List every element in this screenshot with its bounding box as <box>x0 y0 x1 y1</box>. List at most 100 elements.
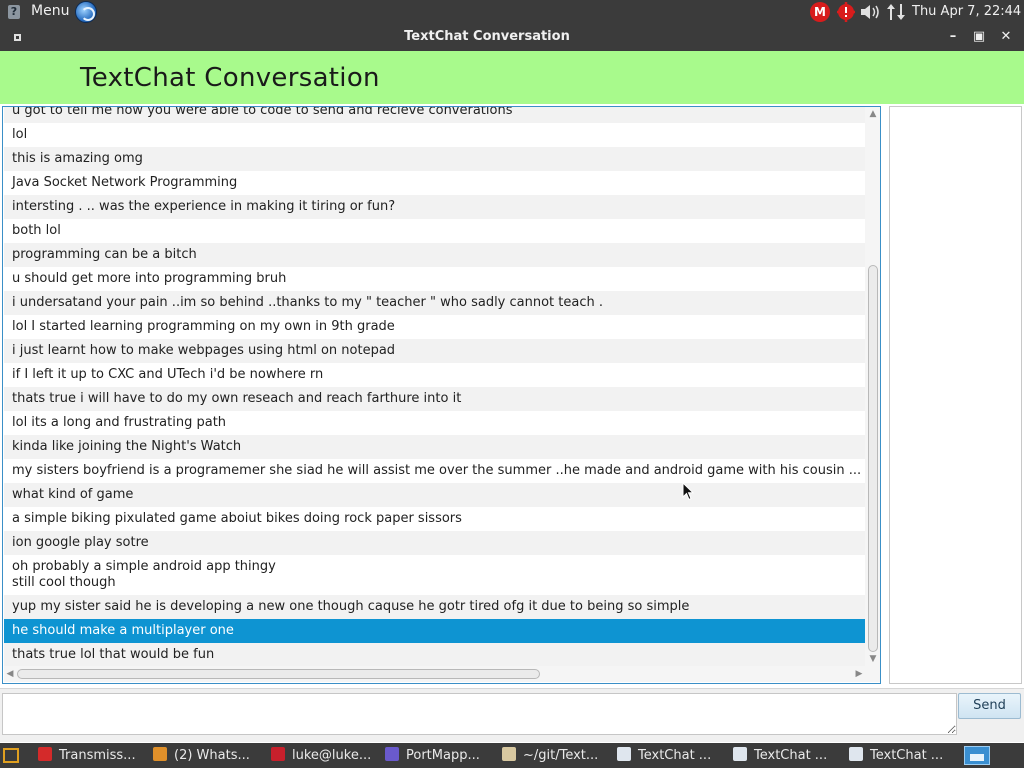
message-row[interactable]: lol I started learning programming on my… <box>4 315 865 339</box>
message-row[interactable]: i undersatand your pain ..im so behind .… <box>4 291 865 315</box>
network-icon[interactable] <box>886 3 906 21</box>
taskbar-item[interactable]: TextChat ... <box>849 743 943 768</box>
taskbar-item-label: PortMapp... <box>406 748 480 763</box>
scrollbar-corner <box>865 666 880 682</box>
gmail-notifier-icon[interactable]: M <box>810 2 830 22</box>
message-row[interactable]: i just learnt how to make webpages using… <box>4 339 865 363</box>
message-row[interactable]: programming can be a bitch <box>4 243 865 267</box>
message-row[interactable]: oh probably a simple android app thingy s… <box>4 555 865 595</box>
message-text: lol I started learning programming on my… <box>12 319 395 334</box>
message-row[interactable]: lol its a long and frustrating path <box>4 411 865 435</box>
message-row[interactable]: he should make a multiplayer one <box>4 619 865 643</box>
message-text: intersting . .. was the experience in ma… <box>12 199 396 214</box>
message-text: what kind of game <box>12 487 134 502</box>
show-desktop-icon[interactable] <box>964 746 990 765</box>
message-text: yup my sister said he is developing a ne… <box>12 599 690 614</box>
help-icon[interactable]: ? <box>8 5 20 19</box>
taskbar-item[interactable]: PortMapp... <box>385 743 480 768</box>
message-text: my sisters boyfriend is a programemer sh… <box>12 463 862 478</box>
message-text: i undersatand your pain ..im so behind .… <box>12 295 603 310</box>
horizontal-scrollbar[interactable]: ◀ ▶ <box>4 666 865 682</box>
taskbar-item-label: Transmiss... <box>59 748 136 763</box>
message-row[interactable]: kinda like joining the Night's Watch <box>4 435 865 459</box>
app-header: TextChat Conversation <box>0 51 1024 104</box>
message-row[interactable]: what kind of game <box>4 483 865 507</box>
side-panel <box>889 106 1022 684</box>
vertical-scrollbar[interactable]: ▲ ▼ <box>865 107 880 666</box>
taskbar-item-label: TextChat ... <box>754 748 828 763</box>
message-row[interactable]: both lol <box>4 219 865 243</box>
scroll-down-arrow-icon[interactable]: ▼ <box>865 652 880 666</box>
taskbar-item-label: (2) Whats... <box>174 748 250 763</box>
message-text: he should make a multiplayer one <box>12 623 234 638</box>
message-list[interactable]: u got to tell me how you were able to co… <box>4 107 865 666</box>
message-row[interactable]: if I left it up to CXC and UTech i'd be … <box>4 363 865 387</box>
message-text: lol its a long and frustrating path <box>12 415 227 430</box>
taskbar-item[interactable]: TextChat ... <box>617 743 711 768</box>
launcher-icon[interactable] <box>75 1 97 23</box>
taskbar-item[interactable]: luke@luke... <box>271 743 371 768</box>
window-title: TextChat Conversation <box>404 29 570 44</box>
message-row[interactable]: yup my sister said he is developing a ne… <box>4 595 865 619</box>
workspace-icon[interactable] <box>3 748 19 763</box>
window-icon <box>617 747 631 761</box>
message-text: this is amazing omg <box>12 151 143 166</box>
message-row[interactable]: thats true lol that would be fun <box>4 643 865 666</box>
message-text: oh probably a simple android app thingy <box>12 559 276 574</box>
message-text: u should get more into programming bruh <box>12 271 287 286</box>
portmapper-icon <box>385 747 399 761</box>
window-icon <box>733 747 747 761</box>
message-text: lol <box>12 127 28 142</box>
message-row[interactable]: lol <box>4 123 865 147</box>
message-text: programming can be a bitch <box>12 247 197 262</box>
message-row[interactable]: intersting . .. was the experience in ma… <box>4 195 865 219</box>
taskbar-item-label: TextChat ... <box>870 748 944 763</box>
browser-icon <box>153 747 167 761</box>
terminal-icon <box>271 747 285 761</box>
taskbar-item-label: ~/git/Text... <box>523 748 599 763</box>
taskbar-item[interactable]: Transmiss... <box>38 743 136 768</box>
message-row[interactable]: ion google play sotre <box>4 531 865 555</box>
message-row[interactable]: a simple biking pixulated game aboiut bi… <box>4 507 865 531</box>
message-row[interactable]: u should get more into programming bruh <box>4 267 865 291</box>
vertical-scroll-thumb[interactable] <box>868 265 878 652</box>
message-text: thats true i will have to do my own rese… <box>12 391 462 406</box>
taskbar-item[interactable]: ~/git/Text... <box>502 743 598 768</box>
scroll-up-arrow-icon[interactable]: ▲ <box>865 107 880 121</box>
taskbar-item-label: TextChat ... <box>638 748 712 763</box>
message-row[interactable]: u got to tell me how you were able to co… <box>4 107 865 123</box>
taskbar: Transmiss... (2) Whats... luke@luke... Port… <box>0 743 1024 768</box>
update-alert-icon[interactable] <box>836 1 856 23</box>
maximize-button[interactable]: ▣ <box>970 28 988 46</box>
close-button[interactable]: ✕ <box>997 28 1015 46</box>
message-text: a simple biking pixulated game aboiut bi… <box>12 511 462 526</box>
message-row[interactable]: Java Socket Network Programming <box>4 171 865 195</box>
message-text: ion google play sotre <box>12 535 149 550</box>
scroll-right-arrow-icon[interactable]: ▶ <box>853 667 865 681</box>
clock[interactable]: Thu Apr 7, 22:44 <box>912 4 1021 19</box>
message-input[interactable] <box>2 693 957 735</box>
message-text: Java Socket Network Programming <box>12 175 238 190</box>
window-icon <box>849 747 863 761</box>
volume-icon[interactable] <box>860 4 882 20</box>
minimize-button[interactable]: – <box>944 28 962 46</box>
message-text: u got to tell me how you were able to co… <box>12 107 513 118</box>
taskbar-item[interactable]: (2) Whats... <box>153 743 250 768</box>
message-text: both lol <box>12 223 61 238</box>
message-text: if I left it up to CXC and UTech i'd be … <box>12 367 324 382</box>
message-text: kinda like joining the Night's Watch <box>12 439 242 454</box>
horizontal-scroll-thumb[interactable] <box>17 669 540 679</box>
send-button[interactable]: Send <box>958 693 1021 719</box>
taskbar-item[interactable]: TextChat ... <box>733 743 827 768</box>
message-row[interactable]: thats true i will have to do my own rese… <box>4 387 865 411</box>
message-row[interactable]: this is amazing omg <box>4 147 865 171</box>
menu-button[interactable]: Menu <box>31 3 69 19</box>
scroll-left-arrow-icon[interactable]: ◀ <box>4 667 16 681</box>
file-manager-icon <box>502 747 516 761</box>
taskbar-item-label: luke@luke... <box>292 748 372 763</box>
top-panel: ? Menu M Thu Apr 7, 22:44 <box>0 0 1024 24</box>
composer: Send <box>0 688 1024 742</box>
mouse-cursor-icon <box>682 482 694 501</box>
window-titlebar[interactable]: TextChat Conversation – ▣ ✕ <box>0 24 1024 51</box>
message-row[interactable]: my sisters boyfriend is a programemer sh… <box>4 459 865 483</box>
